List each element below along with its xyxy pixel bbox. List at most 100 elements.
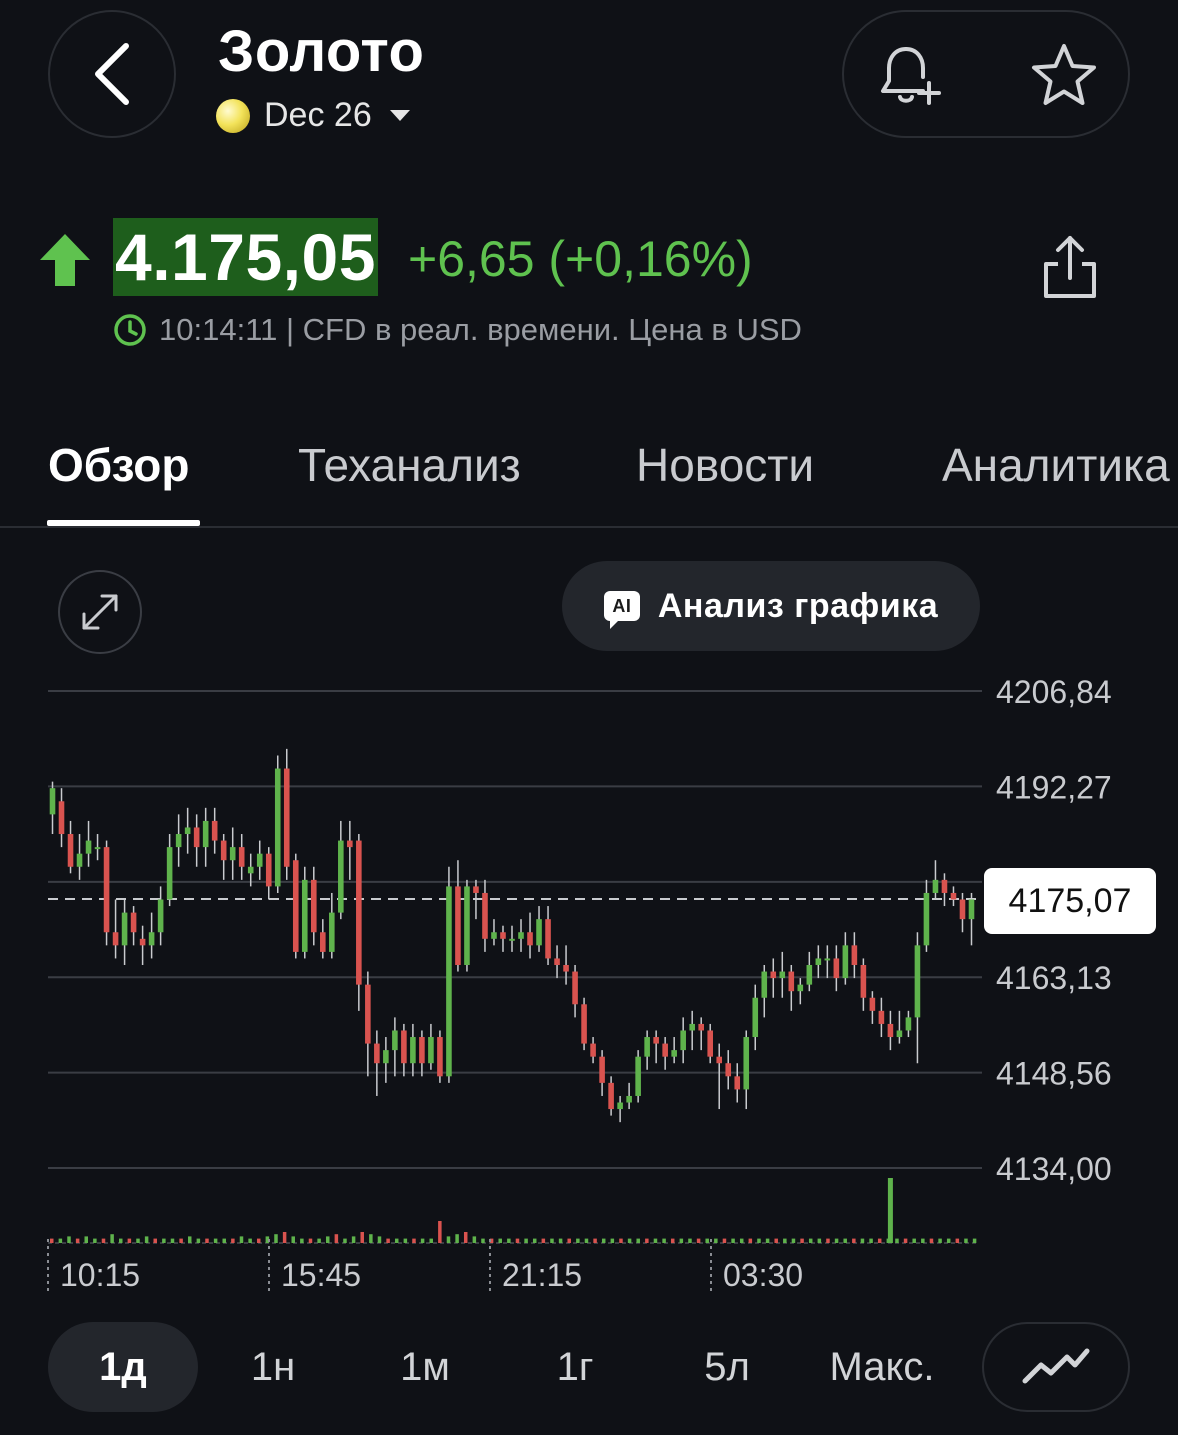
candle <box>725 1050 732 1090</box>
range-1m[interactable]: 1м <box>350 1322 500 1412</box>
volume-bar <box>619 1238 623 1243</box>
volume-bar <box>601 1238 606 1243</box>
candle <box>833 945 840 992</box>
volume-bar <box>196 1238 201 1243</box>
candle <box>166 834 173 907</box>
caret-down-icon <box>389 110 410 121</box>
candle <box>662 1037 668 1070</box>
volume-bar <box>593 1238 597 1243</box>
range-5y[interactable]: 5л <box>652 1322 802 1412</box>
volume-bar <box>481 1238 485 1243</box>
bell-plus-icon <box>881 47 941 105</box>
volume-bar <box>429 1238 433 1243</box>
favorite-button[interactable] <box>1026 38 1102 114</box>
candle <box>950 886 957 907</box>
candle <box>446 866 452 1083</box>
candle <box>410 1023 416 1077</box>
volume-bar <box>714 1238 718 1243</box>
volume-bar <box>964 1238 968 1243</box>
candle <box>914 932 921 1064</box>
range-1d[interactable]: 1д <box>48 1322 198 1412</box>
fullscreen-button[interactable] <box>58 570 142 654</box>
price-chart[interactable]: 4206,84 4192,27 4163,13 4148,56 4134,00 10:1… <box>0 660 1178 1310</box>
contract-label: Dec 26 <box>264 96 372 134</box>
candle <box>184 807 191 854</box>
volume-bar <box>731 1238 735 1243</box>
quote-meta: 10:14:11 | CFD в реал. времени. Цена в U… <box>113 312 802 348</box>
volume-bar <box>688 1238 692 1243</box>
volume-bar <box>662 1238 666 1243</box>
volume-bar <box>231 1238 235 1243</box>
tab-technical[interactable]: Теханализ <box>298 438 521 492</box>
volume-bar <box>748 1238 753 1243</box>
contract-selector[interactable]: Dec 26 <box>216 96 410 135</box>
volume-bar <box>610 1238 615 1243</box>
range-1w[interactable]: 1н <box>198 1322 348 1412</box>
y-tick-label: 4134,00 <box>996 1151 1112 1187</box>
volume-bar <box>377 1236 382 1243</box>
volume-bar <box>817 1238 822 1243</box>
volume-bar <box>50 1238 54 1243</box>
candle <box>536 906 542 952</box>
volume-bar <box>351 1236 356 1243</box>
candle <box>824 945 831 979</box>
volume-bar <box>205 1238 209 1243</box>
volume-bar <box>800 1238 804 1243</box>
volume-bar <box>860 1238 865 1243</box>
range-1y[interactable]: 1г <box>500 1322 650 1412</box>
volume-bar <box>248 1238 252 1243</box>
volume-bar <box>101 1238 106 1243</box>
candle <box>464 879 470 972</box>
volume-bar <box>705 1238 709 1243</box>
candle <box>779 951 786 998</box>
chart-analysis-button[interactable]: AI Анализ графика <box>562 561 980 651</box>
volume-bar <box>774 1238 778 1243</box>
volume-bar <box>118 1238 123 1243</box>
volume-bar <box>291 1236 295 1243</box>
volume-bar <box>696 1238 701 1243</box>
volume-bar <box>412 1238 416 1243</box>
tab-overview[interactable]: Обзор <box>48 438 190 492</box>
range-max[interactable]: Макс. <box>802 1322 962 1412</box>
volume-bar <box>455 1234 459 1243</box>
volume-bar <box>912 1238 916 1243</box>
tab-news[interactable]: Новости <box>636 438 814 492</box>
last-price: 4.175,05 <box>115 220 376 294</box>
candle <box>338 820 344 920</box>
candle <box>437 1030 443 1083</box>
arrow-up-icon <box>40 234 90 286</box>
chart-type-button[interactable] <box>982 1322 1130 1412</box>
candle <box>265 847 272 900</box>
volume-bar <box>791 1238 796 1243</box>
candle <box>941 873 948 907</box>
back-button[interactable] <box>48 10 176 138</box>
share-button[interactable] <box>1040 234 1100 305</box>
star-icon <box>1032 44 1096 105</box>
volume-bar <box>274 1234 278 1243</box>
candle <box>310 866 317 946</box>
active-tab-indicator <box>47 520 200 526</box>
x-tick-label: 03:30 <box>723 1257 803 1293</box>
tab-analytics[interactable]: Аналитика <box>942 438 1170 492</box>
volume-bar <box>136 1238 140 1243</box>
candle <box>788 964 795 1011</box>
candle <box>932 860 939 900</box>
candle <box>374 1030 380 1096</box>
volume-bar <box>386 1238 390 1243</box>
candle <box>500 925 506 952</box>
volume-bar <box>282 1232 287 1243</box>
candle <box>590 1037 596 1064</box>
candle <box>58 788 65 848</box>
candle <box>121 899 128 965</box>
gold-coin-icon <box>216 98 250 133</box>
volume-bar <box>446 1236 451 1243</box>
candle <box>572 964 578 1018</box>
candle <box>752 984 759 1051</box>
volume-bar <box>895 1238 899 1243</box>
add-alert-button[interactable] <box>870 38 946 114</box>
volume-bar <box>757 1238 761 1243</box>
candle <box>869 991 876 1024</box>
candle <box>202 807 209 867</box>
clock-icon <box>114 314 146 346</box>
volume-bar <box>627 1238 632 1243</box>
